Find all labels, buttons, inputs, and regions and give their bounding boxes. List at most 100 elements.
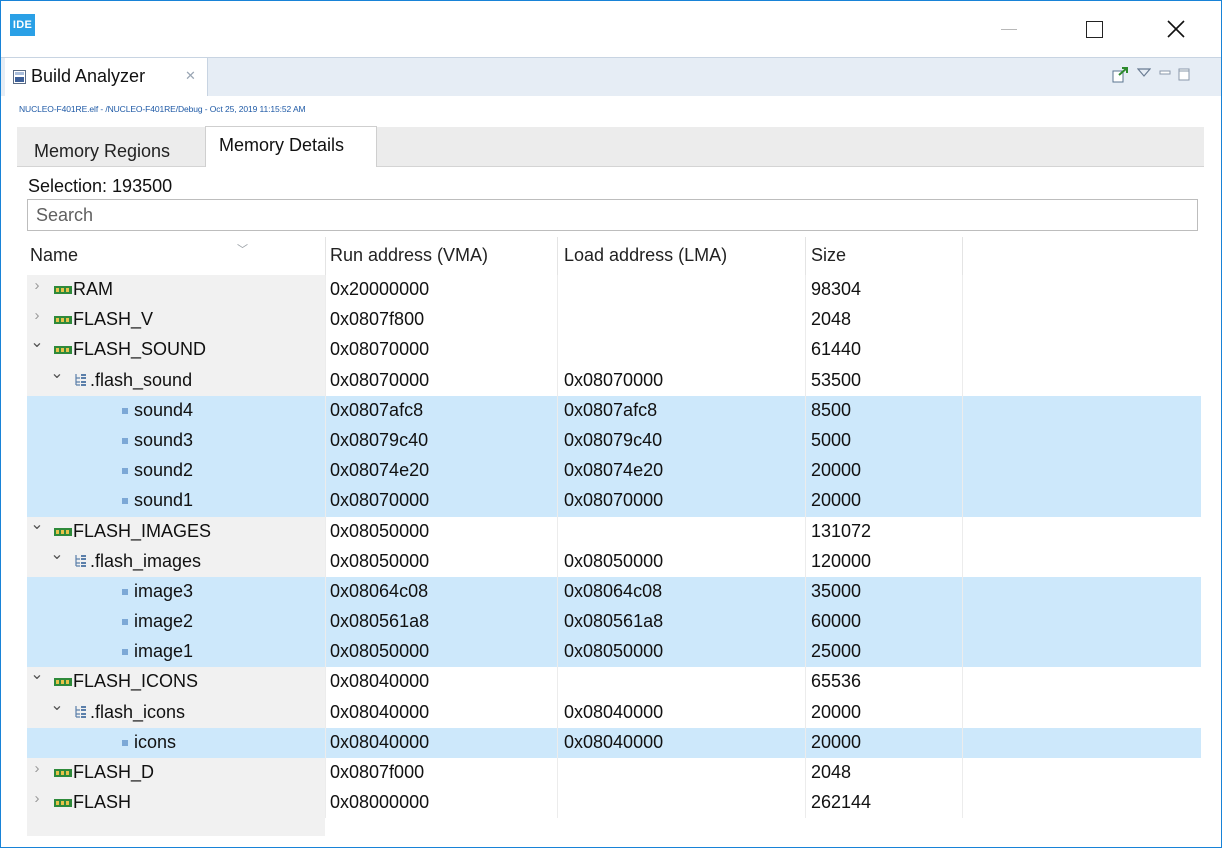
row-run-address: 0x0807afc8 bbox=[330, 399, 424, 420]
selection-summary: Selection: 193500 bbox=[28, 176, 173, 196]
expand-chevron-icon[interactable]: › bbox=[30, 790, 44, 807]
table-row[interactable]: ⌄ .flash_sound 0x08070000 0x08070000 53500 bbox=[27, 363, 1201, 396]
maximize-icon[interactable] bbox=[1178, 68, 1190, 81]
table-row[interactable]: ⌄ FLASH_ICONS 0x08040000 65536 bbox=[27, 664, 1201, 698]
column-divider[interactable] bbox=[557, 237, 558, 275]
column-divider[interactable] bbox=[962, 237, 963, 275]
row-name: .flash_sound bbox=[90, 369, 193, 390]
column-divider bbox=[962, 275, 963, 306]
table-row[interactable]: image3 0x08064c08 0x08064c08 35000 bbox=[27, 576, 1201, 608]
row-run-address: 0x08074e20 bbox=[330, 460, 430, 481]
table-row[interactable]: › FLASH_D 0x0807f000 2048 bbox=[27, 758, 1201, 789]
sort-chevron-icon: ﹀ bbox=[237, 244, 248, 256]
column-header-lma[interactable]: Load address (LMA) bbox=[564, 245, 727, 266]
column-divider bbox=[962, 576, 963, 608]
table-row[interactable]: sound1 0x08070000 0x08070000 20000 bbox=[27, 486, 1201, 517]
table-row[interactable]: icons 0x08040000 0x08040000 20000 bbox=[27, 727, 1201, 758]
column-divider bbox=[962, 395, 963, 426]
collapse-chevron-icon[interactable]: ⌄ bbox=[50, 544, 64, 564]
column-divider[interactable] bbox=[805, 237, 806, 275]
tab-build-analyzer[interactable]: Build Analyzer ✕ bbox=[5, 58, 208, 96]
export-icon[interactable] bbox=[1112, 66, 1130, 84]
row-name: sound1 bbox=[134, 490, 194, 511]
row-load-address: 0x08079c40 bbox=[564, 429, 663, 450]
row-load-address: 0x08064c08 bbox=[564, 580, 663, 601]
symbol-icon bbox=[122, 437, 128, 444]
column-divider bbox=[557, 275, 558, 306]
symbol-icon bbox=[122, 588, 128, 595]
column-divider bbox=[805, 486, 806, 517]
collapse-chevron-icon[interactable]: ⌄ bbox=[30, 514, 44, 534]
symbol-icon bbox=[122, 649, 128, 656]
column-divider bbox=[325, 546, 326, 577]
column-divider bbox=[557, 727, 558, 758]
table-row[interactable]: ⌄ .flash_icons 0x08040000 0x08040000 20000 bbox=[27, 695, 1201, 728]
maximize-window-button[interactable] bbox=[1071, 9, 1117, 49]
row-size: 25000 bbox=[811, 641, 862, 662]
column-header-vma[interactable]: Run address (VMA) bbox=[330, 245, 488, 266]
column-header-size[interactable]: Size bbox=[811, 245, 846, 266]
tab-memory-regions[interactable]: Memory Regions bbox=[17, 127, 205, 166]
column-divider bbox=[805, 637, 806, 668]
expand-chevron-icon[interactable]: › bbox=[30, 760, 44, 777]
row-run-address: 0x08050000 bbox=[330, 520, 430, 541]
column-divider[interactable] bbox=[325, 237, 326, 275]
column-divider bbox=[325, 365, 326, 396]
column-divider bbox=[325, 576, 326, 608]
column-divider bbox=[962, 788, 963, 819]
table-row[interactable]: › FLASH 0x08000000 262144 bbox=[27, 788, 1201, 819]
column-divider bbox=[805, 727, 806, 758]
minimize-window-button[interactable] bbox=[986, 9, 1032, 49]
column-divider bbox=[805, 576, 806, 608]
column-divider bbox=[962, 516, 963, 547]
close-window-button[interactable] bbox=[1153, 9, 1199, 49]
row-load-address: 0x08040000 bbox=[564, 731, 664, 752]
memory-region-icon bbox=[54, 678, 72, 687]
close-icon[interactable]: ✕ bbox=[185, 68, 196, 84]
column-divider bbox=[962, 727, 963, 758]
row-run-address: 0x08050000 bbox=[330, 550, 430, 571]
column-divider bbox=[962, 637, 963, 668]
collapse-chevron-icon[interactable]: ⌄ bbox=[50, 363, 64, 383]
column-divider bbox=[962, 425, 963, 457]
row-run-address: 0x08040000 bbox=[330, 701, 430, 722]
tab-memory-details[interactable]: Memory Details bbox=[205, 126, 377, 168]
table-row[interactable]: › FLASH_V 0x0807f800 2048 bbox=[27, 305, 1201, 336]
memory-region-icon bbox=[54, 286, 72, 294]
table-row[interactable]: › RAM 0x20000000 98304 bbox=[27, 275, 1201, 306]
minimize-icon[interactable] bbox=[1159, 68, 1171, 78]
column-divider bbox=[325, 425, 326, 457]
table-row[interactable]: sound3 0x08079c40 0x08079c40 5000 bbox=[27, 425, 1201, 457]
section-tree-icon bbox=[75, 554, 86, 567]
column-divider bbox=[325, 516, 326, 547]
view-tab-bar: Build Analyzer ✕ bbox=[1, 57, 1221, 96]
column-divider bbox=[325, 275, 326, 306]
column-divider bbox=[962, 546, 963, 577]
table-row[interactable]: ⌄ .flash_images 0x08050000 0x08050000 120000 bbox=[27, 544, 1201, 577]
table-row[interactable]: image2 0x080561a8 0x080561a8 60000 bbox=[27, 607, 1201, 638]
row-load-address: 0x08050000 bbox=[564, 550, 664, 571]
table-row[interactable]: sound4 0x0807afc8 0x0807afc8 8500 bbox=[27, 395, 1201, 426]
memory-region-icon bbox=[54, 799, 72, 808]
row-size: 120000 bbox=[811, 550, 872, 571]
expand-chevron-icon[interactable]: › bbox=[30, 307, 44, 324]
table-row[interactable]: image1 0x08050000 0x08050000 25000 bbox=[27, 637, 1201, 668]
table-row[interactable]: ⌄ FLASH_SOUND 0x08070000 61440 bbox=[27, 332, 1201, 366]
expand-chevron-icon[interactable]: › bbox=[30, 277, 44, 294]
search-input[interactable] bbox=[27, 199, 1198, 231]
row-run-address: 0x0807f000 bbox=[330, 762, 425, 782]
column-divider bbox=[325, 456, 326, 487]
memory-region-icon bbox=[54, 346, 72, 355]
row-size: 20000 bbox=[811, 490, 862, 511]
row-run-address: 0x08070000 bbox=[330, 490, 430, 511]
table-row[interactable]: ⌄ FLASH_IMAGES 0x08050000 131072 bbox=[27, 514, 1201, 547]
collapse-chevron-icon[interactable]: ⌄ bbox=[30, 332, 44, 352]
view-menu-icon[interactable] bbox=[1137, 68, 1151, 78]
column-divider bbox=[325, 758, 326, 789]
section-tree-icon bbox=[75, 705, 86, 718]
collapse-chevron-icon[interactable]: ⌄ bbox=[30, 664, 44, 684]
row-size: 8500 bbox=[811, 399, 852, 420]
collapse-chevron-icon[interactable]: ⌄ bbox=[50, 695, 64, 715]
table-row[interactable]: sound2 0x08074e20 0x08074e20 20000 bbox=[27, 456, 1201, 487]
column-header-name[interactable]: Name bbox=[30, 245, 78, 266]
